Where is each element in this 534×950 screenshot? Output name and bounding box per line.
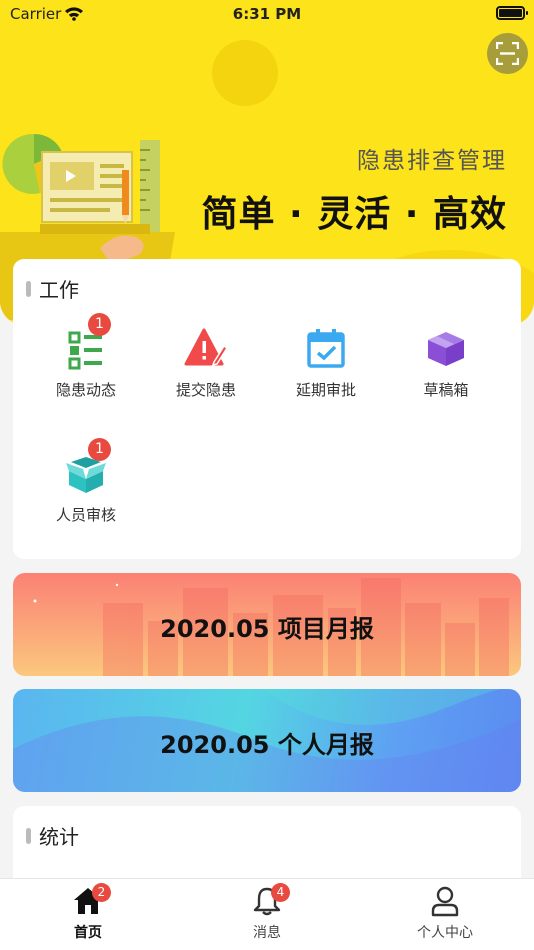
tab-label: 个人中心 bbox=[417, 925, 473, 941]
status-bar: Carrier 6:31 PM bbox=[0, 0, 534, 28]
work-item-hazard-dynamics[interactable]: 1 隐患动态 bbox=[26, 313, 146, 400]
work-item-drafts[interactable]: 草稿箱 bbox=[386, 326, 506, 400]
work-item-label: 人员审核 bbox=[55, 506, 116, 524]
tab-profile[interactable]: 个人中心 bbox=[385, 885, 505, 942]
tab-bar: 2 首页 4 消息 个人中心 bbox=[0, 878, 534, 950]
tab-label: 消息 bbox=[253, 925, 281, 941]
badge: 1 bbox=[88, 313, 111, 336]
work-item-label: 隐患动态 bbox=[55, 381, 116, 399]
calendar-check-icon bbox=[307, 329, 345, 368]
work-item-label: 延期审批 bbox=[295, 381, 356, 399]
work-item-label: 提交隐患 bbox=[175, 381, 236, 399]
box-icon bbox=[428, 332, 464, 366]
work-card: 工作 1 隐患动态 提交隐患 延期审批 草稿箱 1 人员审核 bbox=[13, 259, 521, 559]
personal-report-label: 2020.05 个人月报 bbox=[160, 731, 374, 759]
section-marker bbox=[26, 280, 31, 297]
person-icon bbox=[431, 886, 459, 917]
personal-report-banner[interactable]: 2020.05 个人月报 bbox=[13, 689, 521, 792]
work-item-label: 草稿箱 bbox=[423, 381, 469, 399]
badge: 2 bbox=[92, 883, 111, 902]
work-item-extension-approval[interactable]: 延期审批 bbox=[266, 326, 386, 400]
stats-title-label: 统计 bbox=[39, 825, 79, 849]
work-section-title: 工作 bbox=[26, 274, 79, 303]
hero-title: 简单 · 灵活 · 高效 bbox=[201, 194, 507, 235]
section-marker bbox=[26, 827, 31, 844]
decorative-circle bbox=[212, 40, 278, 106]
status-time: 6:31 PM bbox=[232, 5, 302, 23]
badge: 4 bbox=[271, 883, 290, 902]
work-item-submit-hazard[interactable]: 提交隐患 bbox=[146, 326, 266, 400]
stats-section-title: 统计 bbox=[26, 821, 79, 850]
tab-home[interactable]: 2 首页 bbox=[28, 883, 148, 942]
battery-icon bbox=[496, 6, 528, 20]
work-item-staff-review[interactable]: 1 人员审核 bbox=[26, 438, 146, 525]
project-report-label: 2020.05 项目月报 bbox=[160, 615, 374, 643]
tab-messages[interactable]: 4 消息 bbox=[207, 883, 327, 942]
warning-icon bbox=[184, 328, 229, 367]
project-report-banner[interactable]: 2020.05 项目月报 bbox=[13, 573, 521, 676]
work-title-label: 工作 bbox=[39, 278, 79, 302]
hero-subtitle: 隐患排查管理 bbox=[357, 148, 507, 174]
tab-label: 首页 bbox=[74, 925, 102, 941]
scan-button[interactable] bbox=[487, 33, 528, 74]
badge: 1 bbox=[88, 438, 111, 461]
scan-icon bbox=[496, 42, 519, 65]
